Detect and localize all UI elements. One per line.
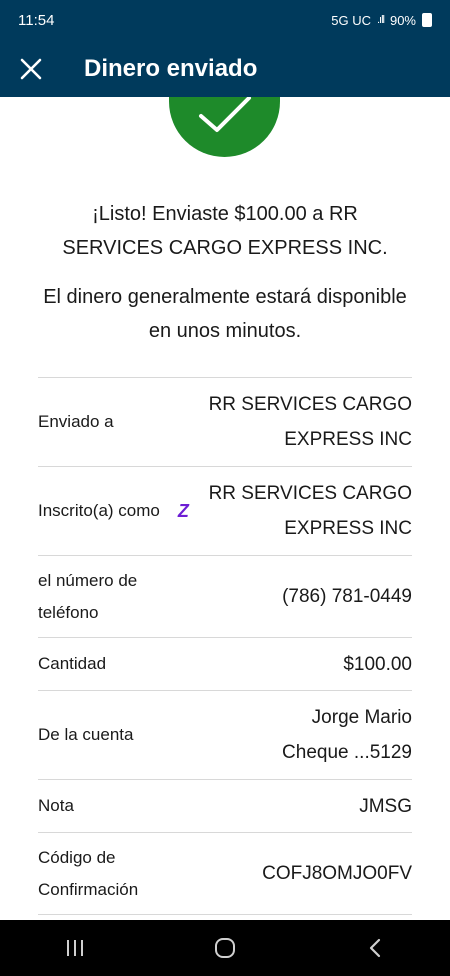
recents-icon[interactable] (65, 939, 85, 957)
detail-row-confirmation-code: Código de Confirmación COFJ8OMJO0FV (38, 833, 412, 915)
detail-label: Inscrito(a) como (38, 501, 160, 520)
detail-label: Cantidad (38, 654, 107, 673)
detail-label: Código de Confirmación (38, 847, 139, 899)
close-icon[interactable] (20, 58, 42, 80)
success-badge (169, 97, 280, 157)
close-button[interactable] (0, 40, 62, 97)
detail-row-enrolled-as: Inscrito(a) como Z RR SERVICES CARGO EXP… (38, 467, 412, 556)
checkmark-icon (198, 97, 251, 132)
home-icon[interactable] (214, 937, 236, 959)
home-button[interactable] (195, 920, 255, 976)
detail-value: (786) 781-0449 (282, 586, 412, 607)
detail-row-from-account: De la cuenta Jorge Mario Cheque ...5129 (38, 691, 412, 780)
battery-icon (422, 13, 432, 27)
system-nav-bar (0, 920, 450, 976)
status-network: 5G UC (331, 12, 371, 28)
page-title: Dinero enviado (84, 54, 258, 82)
detail-label: De la cuenta (38, 725, 134, 744)
status-battery: 90% (389, 12, 416, 28)
detail-value: Jorge Mario Cheque ...5129 (282, 707, 412, 763)
detail-row-sent-to: Enviado a RR SERVICES CARGO EXPRESS INC (38, 378, 412, 467)
detail-label: Nota (38, 796, 74, 815)
detail-value: RR SERVICES CARGO EXPRESS INC (208, 483, 412, 539)
zelle-icon: Z (177, 501, 189, 521)
back-button[interactable] (345, 920, 405, 976)
detail-row-note: Nota JMSG (38, 780, 412, 833)
availability-message: El dinero generalmente estará disponible… (43, 286, 407, 342)
success-message: ¡Listo! Enviaste $100.00 a RR SERVICES C… (62, 203, 388, 259)
recents-button[interactable] (45, 920, 105, 976)
detail-label: el número de teléfono (38, 570, 138, 622)
app-bar: Dinero enviado (0, 40, 450, 97)
status-time: 11:54 (18, 11, 55, 29)
detail-row-amount: Cantidad $100.00 (38, 638, 412, 691)
detail-value: $100.00 (343, 653, 412, 675)
detail-row-phone: el número de teléfono (786) 781-0449 (38, 556, 412, 638)
back-icon[interactable] (368, 938, 382, 958)
detail-label: Enviado a (38, 412, 114, 431)
transfer-details: Enviado a RR SERVICES CARGO EXPRESS INC … (38, 377, 412, 915)
status-bar: 11:54 5G UC .ıll 90% (0, 0, 450, 40)
status-indicators: 5G UC .ıll 90% (331, 13, 432, 28)
confirmation-content: ¡Listo! Enviaste $100.00 a RR SERVICES C… (0, 97, 450, 920)
detail-value: COFJ8OMJO0FV (262, 863, 412, 884)
signal-icon: .ıll (376, 14, 385, 26)
detail-label-wrap: Inscrito(a) como Z (38, 495, 189, 527)
detail-value: RR SERVICES CARGO EXPRESS INC (208, 394, 412, 450)
detail-value: JMSG (359, 795, 412, 817)
